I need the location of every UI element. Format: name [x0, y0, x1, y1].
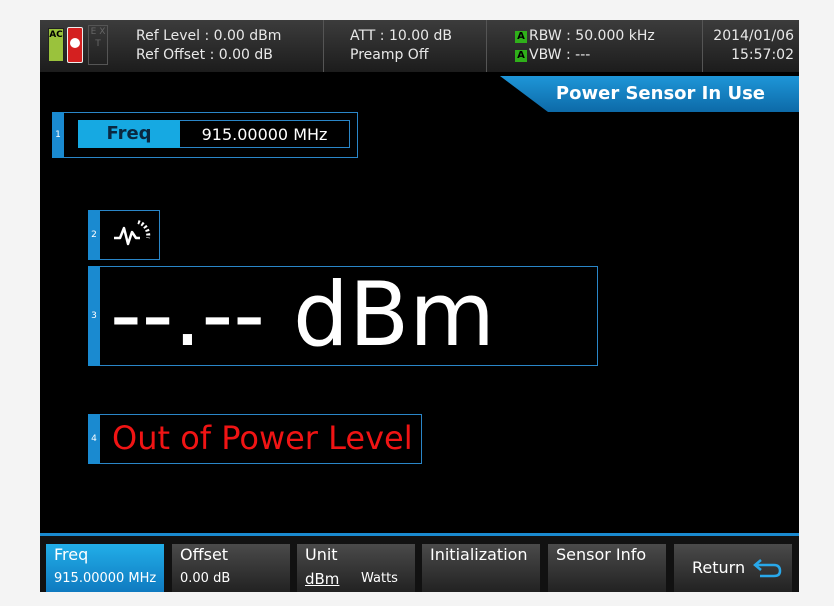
freq-value: 915.00000 MHz [180, 120, 350, 148]
battery-alert-icon [67, 27, 83, 63]
ext-ref-icon: E X T [88, 25, 108, 65]
freq-label: Freq [78, 120, 180, 148]
datetime-cell: 2014/01/06 15:57:02 [702, 20, 799, 72]
auto-badge: A [515, 31, 527, 43]
field-marker: 1 [52, 112, 64, 158]
att-value: ATT : 10.00 dB [350, 28, 452, 44]
power-sensor-icon [114, 220, 151, 246]
softkey-value: 0.00 dB [180, 571, 231, 586]
softkey-title: Freq [54, 545, 89, 564]
field-marker: 4 [88, 414, 100, 464]
softkey-value: 915.00000 MHz [54, 571, 157, 586]
softkey-title: Initialization [430, 545, 528, 564]
unit-option-dbm: dBm [305, 570, 340, 588]
return-arrow-icon [753, 559, 782, 578]
preamp-status: Preamp Off [350, 47, 429, 63]
date: 2014/01/06 [713, 28, 794, 44]
initialization-softkey[interactable]: Initialization [422, 544, 540, 592]
instrument-screen: AC E X T Ref Level : 0.00 dBm Ref Offset… [40, 20, 799, 592]
ac-power-icon: AC [48, 28, 64, 62]
vbw-value: A VBW : --- [515, 46, 590, 64]
offset-softkey[interactable]: Offset 0.00 dB [172, 544, 290, 592]
unit-option-watts: Watts [361, 571, 398, 586]
ref-level: Ref Level : 0.00 dBm [136, 28, 282, 44]
softkey-title: Offset [180, 545, 229, 564]
status-message: Out of Power Level [112, 419, 413, 457]
ref-offset: Ref Offset : 0.00 dB [136, 47, 273, 63]
bw-cell: A RBW : 50.000 kHz A VBW : --- [486, 20, 703, 72]
power-reading: --.-- dBm [110, 263, 495, 366]
auto-badge: A [515, 50, 527, 62]
att-cell: ATT : 10.00 dB Preamp Off [323, 20, 487, 72]
power-sensor-banner: Power Sensor In Use [500, 76, 799, 112]
softkey-title: Sensor Info [556, 545, 647, 564]
ref-cell: Ref Level : 0.00 dBm Ref Offset : 0.00 d… [122, 20, 322, 72]
return-softkey[interactable]: Return [674, 544, 792, 592]
unit-softkey[interactable]: Unit dBm Watts [297, 544, 415, 592]
softkey-bar: Freq 915.00000 MHz Offset 0.00 dB Unit d… [40, 533, 799, 592]
softkey-title: Return [692, 558, 746, 577]
softkey-title: Unit [305, 545, 338, 564]
field-marker: 2 [88, 210, 100, 260]
freq-softkey[interactable]: Freq 915.00000 MHz [46, 544, 164, 592]
field-marker: 3 [88, 266, 100, 366]
time: 15:57:02 [731, 47, 794, 63]
rbw-value: A RBW : 50.000 kHz [515, 27, 655, 45]
sensor-info-softkey[interactable]: Sensor Info [548, 544, 666, 592]
status-header: AC E X T Ref Level : 0.00 dBm Ref Offset… [40, 20, 799, 72]
